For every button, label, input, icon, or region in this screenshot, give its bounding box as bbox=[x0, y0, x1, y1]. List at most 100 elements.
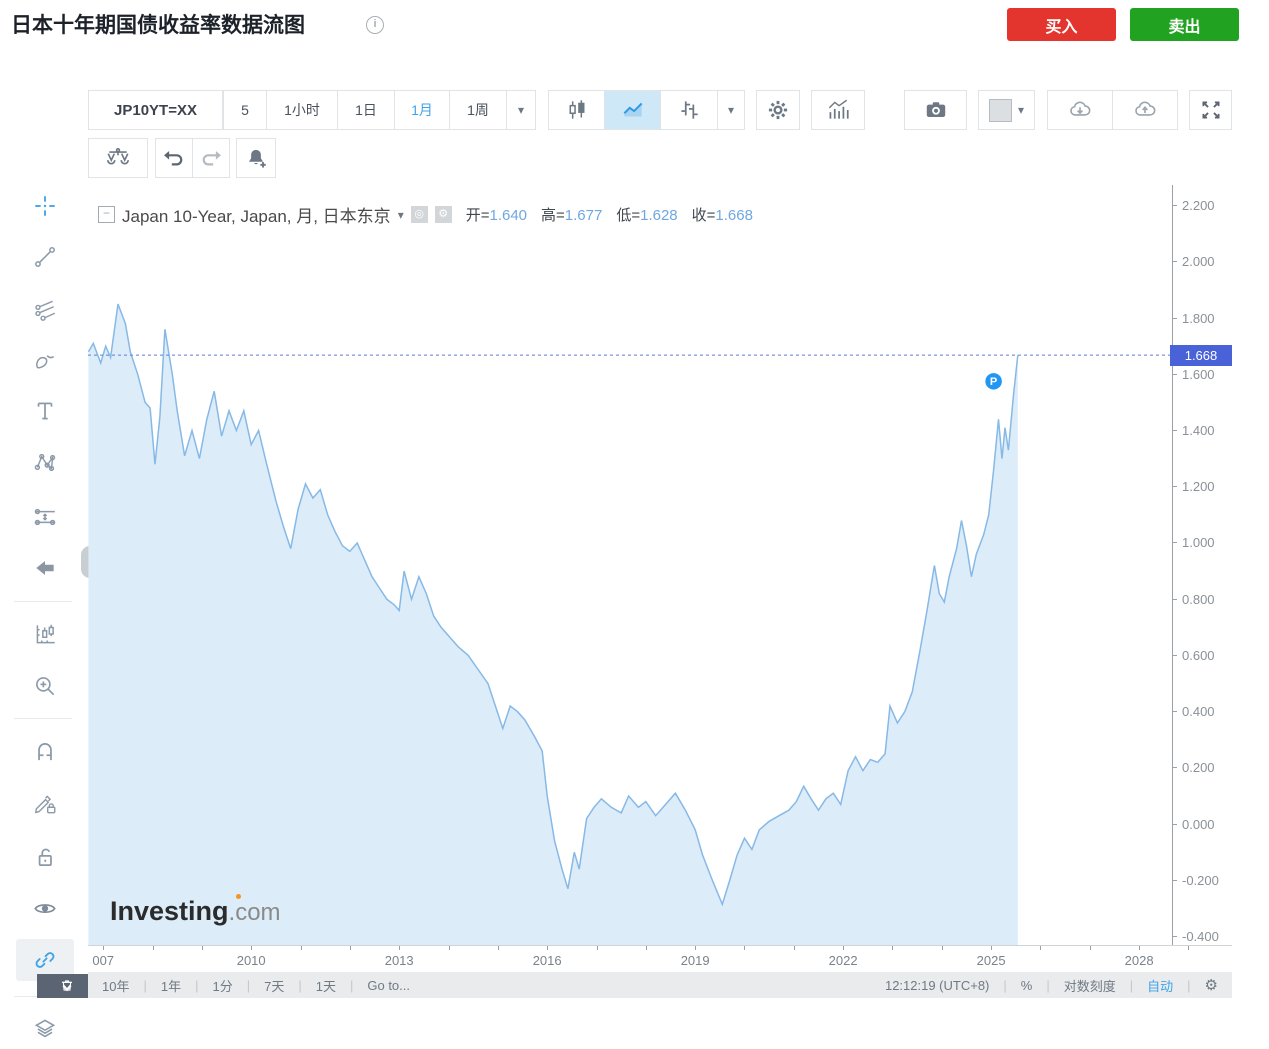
price-tick: 0.800 bbox=[1173, 592, 1215, 606]
time-label: 2010 bbox=[237, 953, 266, 968]
range-button-1分[interactable]: 1分 bbox=[198, 976, 246, 995]
fullscreen-icon bbox=[1198, 97, 1224, 123]
chart-toolbar: JP10YT=XX 51小时1日1月1周 ▾ ▾ ▾ bbox=[88, 90, 1232, 130]
interval-button-1周[interactable]: 1周 bbox=[449, 90, 507, 130]
background-color-button[interactable]: ▾ bbox=[978, 90, 1035, 130]
unlock-icon bbox=[32, 844, 58, 870]
redo-icon bbox=[198, 145, 224, 171]
area-fill bbox=[88, 304, 1017, 945]
interval-button-1月[interactable]: 1月 bbox=[394, 90, 450, 130]
scale-option-自动[interactable]: 自动 bbox=[1133, 976, 1187, 995]
undo-button[interactable] bbox=[155, 138, 193, 178]
price-axis[interactable]: 2.2002.0001.8001.6001.4001.2001.0000.800… bbox=[1172, 185, 1233, 945]
sell-button[interactable]: 卖出 bbox=[1130, 8, 1239, 41]
symbol-box[interactable]: JP10YT=XX bbox=[88, 90, 223, 130]
bottom-bar: 10年|1年|1分|7天|1天|Go to...12:12:19 (UTC+8)… bbox=[88, 972, 1232, 998]
time-tick bbox=[547, 946, 548, 950]
tool-projection-button[interactable] bbox=[16, 496, 74, 538]
redo-button[interactable] bbox=[192, 138, 230, 178]
tool-trendline-button[interactable] bbox=[16, 236, 74, 278]
tool-layers-button[interactable] bbox=[16, 1007, 74, 1049]
add-alert-button[interactable] bbox=[236, 138, 276, 178]
interval-group: JP10YT=XX 51小时1日1月1周 ▾ bbox=[88, 90, 536, 130]
time-tick bbox=[350, 946, 351, 950]
xabcd-pattern-icon bbox=[32, 450, 58, 476]
color-swatch bbox=[989, 99, 1012, 122]
tool-xabcd-pattern-button[interactable] bbox=[16, 442, 74, 484]
time-tick bbox=[202, 946, 203, 950]
price-tick: -0.400 bbox=[1173, 930, 1219, 944]
candlestick-chart-button[interactable] bbox=[548, 90, 605, 130]
scale-option-对数刻度[interactable]: 对数刻度 bbox=[1050, 976, 1130, 995]
time-tick bbox=[251, 946, 252, 950]
chart-type-caret-icon[interactable]: ▾ bbox=[717, 90, 745, 130]
tool-crosshair-button[interactable] bbox=[16, 185, 74, 227]
range-button-7天[interactable]: 7天 bbox=[250, 976, 298, 995]
scale-option-%[interactable]: % bbox=[1007, 978, 1047, 993]
tool-unlock-button[interactable] bbox=[16, 836, 74, 878]
screenshot-button[interactable] bbox=[904, 90, 967, 130]
tool-zoom-in-button[interactable] bbox=[16, 665, 74, 707]
interval-button-1小时[interactable]: 1小时 bbox=[266, 90, 338, 130]
current-price-badge: 1.668 bbox=[1170, 345, 1232, 366]
ohlc-bars-button[interactable] bbox=[660, 90, 718, 130]
time-label: 2013 bbox=[385, 953, 414, 968]
interval-button-1日[interactable]: 1日 bbox=[337, 90, 395, 130]
watermark-orange-dot bbox=[236, 894, 241, 899]
fullscreen-button[interactable] bbox=[1189, 90, 1232, 130]
open-value: 开=1.640 bbox=[466, 204, 527, 225]
tool-text-button[interactable] bbox=[16, 390, 74, 432]
tool-eye-button[interactable] bbox=[16, 887, 74, 929]
undo-redo-group bbox=[155, 138, 230, 178]
axis-settings-gear-icon[interactable]: ⚙ bbox=[1191, 976, 1232, 994]
tool-magnet-button[interactable] bbox=[16, 731, 74, 773]
eye-icon bbox=[32, 895, 58, 921]
save-template-button[interactable] bbox=[1112, 90, 1178, 130]
series-visibility-icon[interactable]: ◎ bbox=[411, 206, 428, 223]
undo-icon bbox=[161, 145, 187, 171]
series-title[interactable]: Japan 10-Year, Japan, 月, 日本东京 bbox=[122, 202, 391, 227]
tool-brush-button[interactable] bbox=[16, 340, 74, 382]
link-icon bbox=[32, 947, 58, 973]
price-tick: 0.200 bbox=[1173, 761, 1215, 775]
interval-dropdown-caret-icon[interactable]: ▾ bbox=[506, 90, 536, 130]
buy-button[interactable]: 买入 bbox=[1007, 8, 1116, 41]
compare-button[interactable] bbox=[88, 138, 148, 178]
indicators-button[interactable] bbox=[811, 90, 865, 130]
chart-toolbar-row2 bbox=[88, 138, 276, 178]
low-value: 低=1.628 bbox=[616, 204, 677, 225]
area-chart-button[interactable] bbox=[604, 90, 661, 130]
layers-icon bbox=[32, 1015, 58, 1041]
price-tick: 0.000 bbox=[1173, 817, 1215, 831]
investing-watermark: Investing.com bbox=[110, 896, 281, 927]
tool-drawing-lock-button[interactable] bbox=[16, 783, 74, 825]
time-tick bbox=[597, 946, 598, 950]
time-label: 2028 bbox=[1125, 953, 1154, 968]
time-tick bbox=[991, 946, 992, 950]
time-tick bbox=[301, 946, 302, 950]
series-settings-icon[interactable]: ⚙ bbox=[435, 206, 452, 223]
load-template-button[interactable] bbox=[1047, 90, 1113, 130]
bell-plus-icon bbox=[243, 145, 269, 171]
time-label: 2022 bbox=[829, 953, 858, 968]
settings-button[interactable] bbox=[756, 90, 800, 130]
legend-collapse-icon[interactable]: − bbox=[98, 206, 115, 223]
projection-icon bbox=[32, 504, 58, 530]
range-button-1年[interactable]: 1年 bbox=[147, 976, 195, 995]
time-label: 2019 bbox=[681, 953, 710, 968]
tool-measure-button[interactable] bbox=[16, 613, 74, 655]
info-icon[interactable]: i bbox=[366, 16, 384, 34]
chart-plot-area[interactable]: P bbox=[88, 185, 1172, 945]
sidebar-divider bbox=[14, 601, 72, 602]
range-button-Go to...[interactable]: Go to... bbox=[353, 978, 424, 993]
tool-back-arrow-button[interactable] bbox=[16, 547, 74, 589]
yield-area-chart: P bbox=[88, 185, 1172, 945]
range-button-1天[interactable]: 1天 bbox=[302, 976, 350, 995]
page-title: 日本十年期国债收益率数据流图 bbox=[11, 9, 305, 39]
tool-fib-lines-button[interactable] bbox=[16, 289, 74, 331]
interval-button-5[interactable]: 5 bbox=[223, 90, 267, 130]
legend-caret-icon[interactable]: ▾ bbox=[398, 208, 404, 222]
range-button-10年[interactable]: 10年 bbox=[88, 976, 143, 995]
color-caret-icon: ▾ bbox=[1018, 103, 1024, 117]
time-axis[interactable]: 0072010201320162019202220252028 bbox=[88, 945, 1232, 973]
